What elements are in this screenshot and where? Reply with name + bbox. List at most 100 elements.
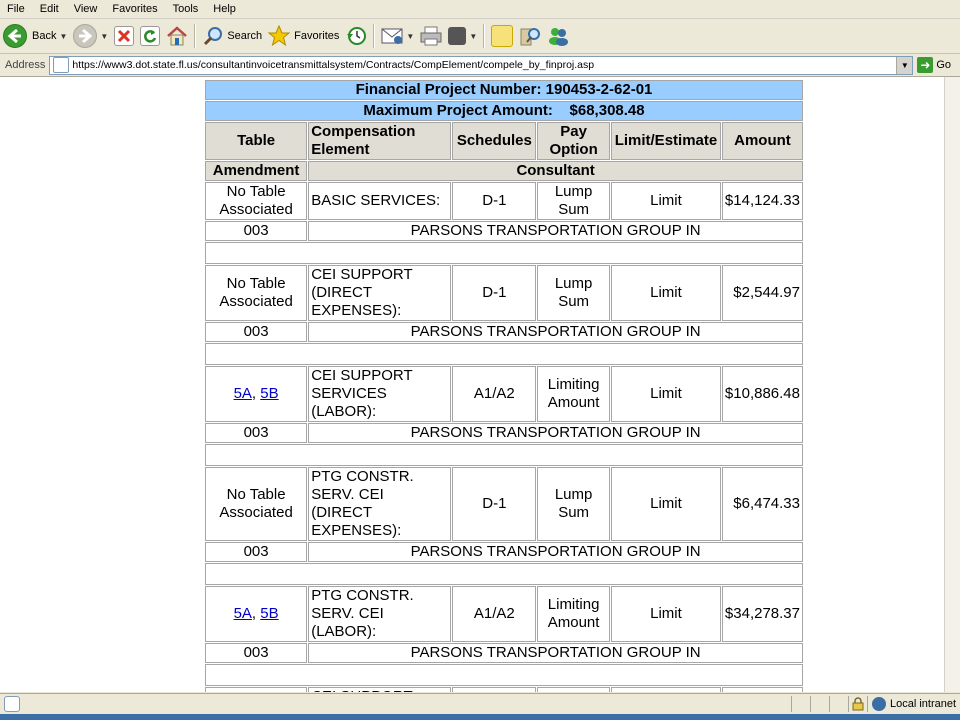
page-content: Financial Project Number: 190453-2-62-01… (0, 77, 944, 692)
consultant-row: 003 PARSONS TRANSPORTATION GROUP IN (205, 542, 803, 562)
refresh-button[interactable] (137, 22, 163, 50)
stop-button[interactable] (111, 22, 137, 50)
col-header-amendment: Amendment (205, 161, 308, 181)
table-cell: 5A, 5B (205, 366, 308, 422)
consultant-cell: PARSONS TRANSPORTATION GROUP IN (308, 542, 803, 562)
address-url: https://www3.dot.state.fl.us/consultanti… (72, 59, 595, 71)
menu-tools[interactable]: Tools (166, 3, 207, 15)
menu-bar: File Edit View Favorites Tools Help (0, 0, 960, 19)
table-link-5a[interactable]: 5A (234, 385, 252, 402)
table-link-5b[interactable]: 5B (260, 605, 278, 622)
chevron-down-icon[interactable]: ▼ (469, 32, 477, 41)
search-icon (202, 25, 224, 47)
back-arrow-icon (3, 24, 27, 48)
consultant-cell: PARSONS TRANSPORTATION GROUP IN (308, 423, 803, 443)
research-button[interactable] (516, 22, 544, 50)
max-amount-value: $68,308.48 (569, 102, 645, 119)
discuss-button[interactable] (488, 22, 516, 50)
address-bar: Address https://www3.dot.state.fl.us/con… (0, 54, 960, 77)
search-button[interactable]: Search (199, 22, 265, 50)
table-cell: 5A, 5B (205, 586, 308, 642)
history-button[interactable] (342, 22, 370, 50)
table-link-5a[interactable]: 5A (234, 605, 252, 622)
amount-cell: $2,544.97 (721, 265, 803, 321)
go-arrow-icon: ➜ (917, 57, 934, 73)
star-icon (267, 24, 291, 47)
toolbar: Back ▼ ▼ Search Favorites ▼ ▼ (0, 19, 960, 54)
edit-icon (448, 27, 467, 45)
back-button[interactable]: Back ▼ (0, 22, 70, 50)
comp-element-cell: PTG CONSTR. SERV. CEI (LABOR): (308, 586, 452, 642)
col-header-table: Table (205, 122, 308, 160)
col-header-comp-element: Compensation Element (308, 122, 452, 160)
schedule-cell: D-1 (452, 182, 537, 220)
table-link-5b[interactable]: 5B (260, 385, 278, 402)
menu-favorites[interactable]: Favorites (105, 3, 165, 15)
vertical-scrollbar[interactable] (944, 77, 960, 692)
table-cell (721, 687, 803, 692)
address-label: Address (5, 59, 46, 71)
spacer-cell (205, 664, 803, 686)
address-input[interactable]: https://www3.dot.state.fl.us/consultanti… (49, 55, 914, 75)
amendment-cell: 003 (205, 423, 308, 443)
mail-button[interactable]: ▼ (378, 22, 417, 50)
spacer-row (205, 343, 803, 365)
address-dropdown[interactable]: ▼ (896, 56, 913, 74)
table-cell (205, 687, 308, 692)
toolbar-divider (483, 24, 486, 48)
table-row: CEI SUPPORT (205, 687, 803, 692)
amount-cell: $6,474.33 (721, 467, 803, 541)
schedule-cell: D-1 (452, 467, 537, 541)
pay-option-cell: Lump Sum (537, 467, 610, 541)
forward-button[interactable]: ▼ (70, 22, 111, 50)
table-row: No Table Associated BASIC SERVICES: D-1 Lum… (205, 182, 803, 220)
limit-cell: Limit (610, 182, 721, 220)
messenger-button[interactable] (544, 22, 572, 50)
spacer-cell (205, 242, 803, 264)
table-row: 5A, 5B PTG CONSTR. SERV. CEI (LABOR): A1/A… (205, 586, 803, 642)
home-button[interactable] (163, 22, 191, 50)
page-icon (53, 57, 70, 73)
research-icon (519, 25, 541, 47)
consultant-cell: PARSONS TRANSPORTATION GROUP IN (308, 221, 803, 241)
toolbar-divider (373, 24, 376, 48)
chevron-down-icon[interactable]: ▼ (100, 32, 108, 41)
status-bar: Local intranet (0, 693, 960, 714)
comp-element-table: Financial Project Number: 190453-2-62-01… (204, 79, 804, 692)
menu-edit[interactable]: Edit (33, 3, 67, 15)
amount-cell: $10,886.48 (721, 366, 803, 422)
spacer-row (205, 664, 803, 686)
chevron-down-icon[interactable]: ▼ (59, 32, 67, 41)
consultant-row: 003 PARSONS TRANSPORTATION GROUP IN (205, 221, 803, 241)
print-button[interactable] (417, 22, 445, 50)
col-header-schedules: Schedules (452, 122, 537, 160)
comp-element-cell: PTG CONSTR. SERV. CEI (DIRECT EXPENSES): (308, 467, 452, 541)
status-segment (791, 696, 810, 712)
pay-option-cell: Lump Sum (537, 182, 610, 220)
spacer-row (205, 444, 803, 466)
spacer-cell (205, 563, 803, 585)
lock-icon (848, 696, 867, 712)
consultant-row: 003 PARSONS TRANSPORTATION GROUP IN (205, 322, 803, 342)
spacer-row (205, 242, 803, 264)
comp-element-cell: BASIC SERVICES: (308, 182, 452, 220)
menu-file[interactable]: File (0, 3, 33, 15)
table-row: 5A, 5B CEI SUPPORT SERVICES (LABOR): A1/A2… (205, 366, 803, 422)
chevron-down-icon[interactable]: ▼ (406, 32, 414, 41)
spacer-cell (205, 444, 803, 466)
history-icon (345, 25, 367, 47)
spacer-cell (205, 343, 803, 365)
col-header-pay-option: Pay Option (537, 122, 610, 160)
limit-cell: Limit (610, 586, 721, 642)
favorites-button[interactable]: Favorites (265, 22, 342, 50)
menu-view[interactable]: View (67, 3, 106, 15)
consultant-cell: PARSONS TRANSPORTATION GROUP IN (308, 643, 803, 663)
comp-element-cell: CEI SUPPORT SERVICES (LABOR): (308, 366, 452, 422)
pay-option-cell: Lump Sum (537, 265, 610, 321)
status-segment (829, 696, 848, 712)
forward-arrow-icon (73, 24, 98, 48)
go-button[interactable]: ➜ Go (917, 57, 951, 73)
schedule-cell: A1/A2 (452, 586, 537, 642)
edit-button[interactable]: ▼ (445, 22, 480, 50)
menu-help[interactable]: Help (206, 3, 244, 15)
